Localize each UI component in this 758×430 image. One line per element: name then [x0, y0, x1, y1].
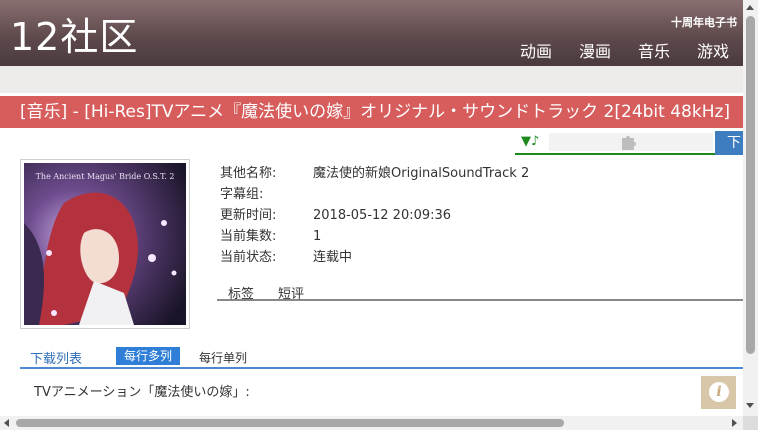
info-list: 其他名称: 魔法使的新娘OriginalSoundTrack 2 字幕组: 更新…: [220, 163, 529, 268]
nav-music[interactable]: 音乐: [638, 38, 670, 62]
scroll-up-icon[interactable]: [746, 5, 754, 10]
promo-link[interactable]: 十周年电子书: [671, 14, 737, 30]
info-label: 其他名称:: [220, 166, 277, 181]
scrollbar-corner: [743, 416, 758, 430]
tab-single-column[interactable]: 每行单列: [199, 349, 247, 366]
info-icon: i: [709, 382, 729, 402]
info-label: 当前状态:: [220, 250, 277, 265]
horizontal-scroll-thumb[interactable]: [16, 419, 564, 427]
info-row-alias: 其他名称: 魔法使的新娘OriginalSoundTrack 2: [220, 163, 529, 184]
info-row-subgroup: 字幕组:: [220, 184, 529, 205]
info-row-status: 当前状态: 连载中: [220, 247, 529, 268]
download-list-title: 下载列表: [30, 352, 83, 367]
vertical-scrollbar[interactable]: [743, 0, 758, 416]
sub-header-bar: [0, 66, 743, 93]
download-button[interactable]: 下: [715, 131, 743, 155]
nav-anime[interactable]: 动画: [520, 38, 552, 62]
info-value: 1: [313, 229, 322, 244]
info-row-updated: 更新时间: 2018-05-12 20:09:36: [220, 205, 529, 226]
scroll-right-icon[interactable]: [732, 419, 737, 427]
plugin-placeholder[interactable]: [549, 133, 713, 151]
info-row-episodes: 当前集数: 1: [220, 226, 529, 247]
music-play-icon[interactable]: ▼♪: [521, 134, 539, 149]
tab-multi-column[interactable]: 每行多列: [116, 347, 181, 365]
player-strip: ▼♪: [515, 131, 715, 155]
info-label: 字幕组:: [220, 187, 264, 202]
info-button[interactable]: i: [701, 376, 736, 409]
nav-game[interactable]: 游戏: [697, 38, 729, 62]
info-label: 更新时间:: [220, 208, 277, 223]
vertical-scroll-thumb[interactable]: [746, 16, 755, 354]
info-label: 当前集数:: [220, 229, 277, 244]
download-tabs: 下载列表 每行多列 每行单列: [20, 346, 743, 369]
site-header: 12社区 十周年电子书 动画 漫画 音乐 游戏: [0, 0, 743, 66]
tab-tags[interactable]: 标签: [228, 283, 254, 302]
page: 12社区 十周年电子书 动画 漫画 音乐 游戏 [音乐] - [Hi-Res]T…: [0, 0, 758, 430]
site-logo[interactable]: 12社区: [10, 14, 138, 60]
horizontal-scrollbar[interactable]: [0, 416, 743, 430]
detail-tabs: 标签 短评: [217, 281, 743, 302]
info-value: 连载中: [313, 250, 353, 265]
scroll-down-icon[interactable]: [746, 403, 754, 408]
info-value: 魔法使的新娘OriginalSoundTrack 2: [313, 166, 530, 181]
nav-manga[interactable]: 漫画: [579, 38, 611, 62]
cover-image: The Ancient Magus' Bride O.S.T. 2: [24, 163, 186, 325]
tab-reviews[interactable]: 短评: [278, 283, 304, 302]
puzzle-icon: [622, 136, 636, 150]
scroll-left-icon[interactable]: [4, 419, 9, 427]
album-cover: The Ancient Magus' Bride O.S.T. 2: [20, 159, 190, 329]
page-title: [音乐] - [Hi-Res]TVアニメ『魔法使いの嫁』オリジナル・サウンドトラ…: [0, 96, 743, 128]
info-value: 2018-05-12 20:09:36: [313, 208, 452, 223]
main-nav: 动画 漫画 音乐 游戏: [520, 38, 729, 62]
description-text: TVアニメーション「魔法使いの嫁」:: [34, 385, 250, 400]
cover-title: The Ancient Magus' Bride O.S.T. 2: [36, 172, 175, 181]
